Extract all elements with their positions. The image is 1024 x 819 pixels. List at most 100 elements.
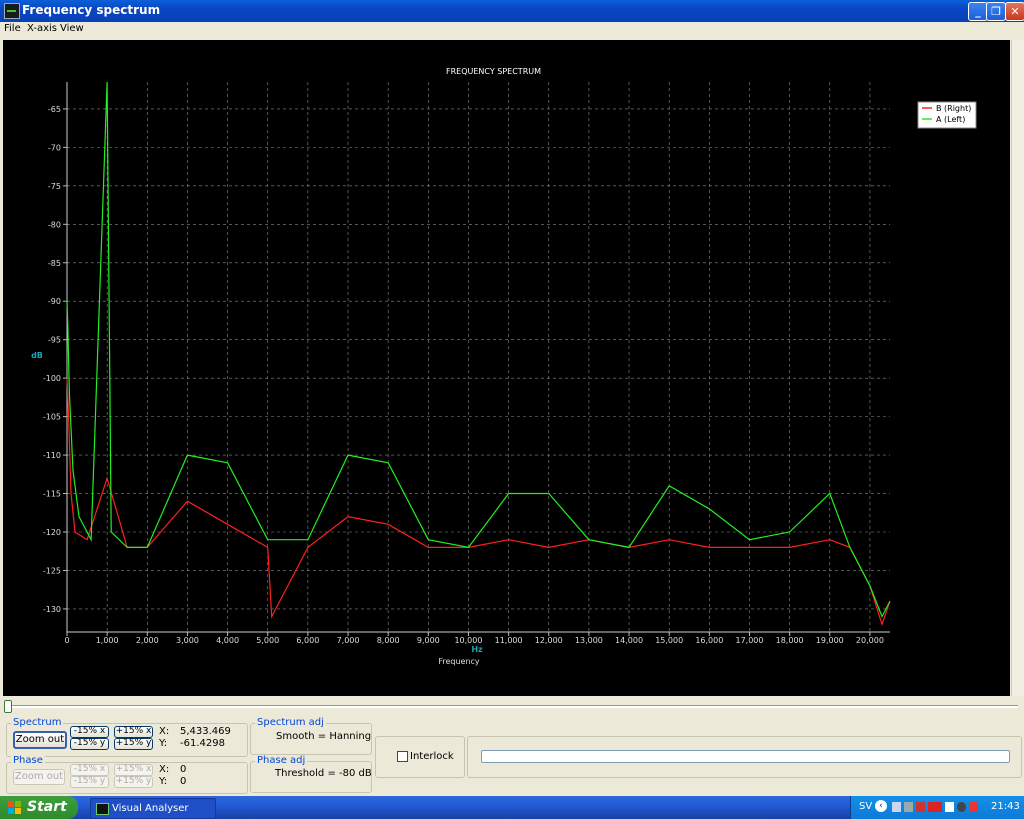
clock: 21:43 xyxy=(991,801,1020,812)
taskbar-item-visual-analyser[interactable]: Visual Analyser xyxy=(90,798,216,819)
y-tick-label: -75 xyxy=(48,182,61,191)
interlock-label[interactable]: Interlock xyxy=(410,751,454,762)
y-tick-label: -80 xyxy=(48,220,61,229)
ati-icon[interactable] xyxy=(928,802,942,812)
close-button[interactable]: ✕ xyxy=(1005,2,1024,21)
taskbar: Start Visual Analyser SV ‹ 21:43 xyxy=(0,796,1024,819)
y-tick-label: -110 xyxy=(43,451,61,460)
x-tick-label: 2,000 xyxy=(136,636,159,645)
x-tick-label: 20,000 xyxy=(856,636,884,645)
x-tick-label: 1,000 xyxy=(96,636,119,645)
y-tick-label: -95 xyxy=(48,336,61,345)
phase-y-label: Y: xyxy=(159,776,168,787)
smooth-setting[interactable]: Smooth = Hanning xyxy=(276,731,371,742)
display-icon[interactable] xyxy=(904,802,913,812)
y-tick-label: -125 xyxy=(43,566,61,575)
spectrum-y-label: Y: xyxy=(159,738,168,749)
phase-x-value: 0 xyxy=(180,764,187,775)
menu-view[interactable]: View xyxy=(60,23,84,34)
y-tick-label: -105 xyxy=(43,413,61,422)
x-tick-label: 12,000 xyxy=(535,636,563,645)
y-tick-label: -90 xyxy=(48,297,61,306)
spectrum-x-label: X: xyxy=(159,726,170,737)
x-tick-label: 13,000 xyxy=(575,636,603,645)
phase-minus-y-button[interactable]: -15% y xyxy=(70,776,109,788)
x-tick-label: 6,000 xyxy=(296,636,319,645)
phase-plus-y-button[interactable]: +15% y xyxy=(114,776,153,788)
x-tick-label: 16,000 xyxy=(695,636,723,645)
legend-label: B (Right) xyxy=(936,104,971,113)
x-tick-label: 15,000 xyxy=(655,636,683,645)
menu-x-axis[interactable]: X-axis xyxy=(27,23,57,34)
alert-icon[interactable] xyxy=(916,802,925,812)
app-icon[interactable] xyxy=(4,3,20,19)
y-tick-label: -115 xyxy=(43,490,61,499)
x-tick-label: 5,000 xyxy=(256,636,279,645)
antivirus-icon[interactable] xyxy=(969,802,978,812)
vertical-scrollbar[interactable] xyxy=(1011,40,1024,696)
network-icon[interactable] xyxy=(892,802,901,812)
position-slider[interactable] xyxy=(0,698,1024,714)
spectrum-plot[interactable]: 0 1,000 2,000 3,000 4,000 5,000 6,000 7,000 8,00… xyxy=(3,40,1010,696)
title-bar: Frequency spectrum _ ❐ ✕ xyxy=(0,0,1024,22)
series-line-a-left xyxy=(66,81,891,619)
x-axis-unit: Hz xyxy=(471,645,483,654)
spectrum-y-value: -61.4298 xyxy=(180,738,225,749)
phase-plus-x-button[interactable]: +15% x xyxy=(114,764,153,776)
show-hidden-icons-icon[interactable]: ‹ xyxy=(875,800,887,812)
threshold-setting[interactable]: Threshold = -80 dB xyxy=(275,768,372,779)
speaker-icon[interactable] xyxy=(957,802,966,812)
taskbar-item-label: Visual Analyser xyxy=(112,803,189,814)
x-tick-label: 10,000 xyxy=(454,636,482,645)
y-tick-label: -70 xyxy=(48,143,61,152)
x-tick-label: 0 xyxy=(64,636,69,645)
y-tick-label: -85 xyxy=(48,259,61,268)
x-tick-label: 11,000 xyxy=(495,636,523,645)
legend-label: A (Left) xyxy=(936,115,965,124)
spectrum-adj-label: Spectrum adj xyxy=(255,717,326,728)
y-tick-label: -120 xyxy=(43,528,61,537)
language-indicator[interactable]: SV xyxy=(859,801,872,812)
y-tick-label: -130 xyxy=(43,605,61,614)
tray-app-icon[interactable] xyxy=(945,802,954,812)
series-line-b-right xyxy=(66,378,891,627)
phase-group-label: Phase xyxy=(11,755,45,766)
x-tick-label: 19,000 xyxy=(816,636,844,645)
phase-adj-label: Phase adj xyxy=(255,755,308,766)
phase-y-value: 0 xyxy=(180,776,187,787)
spectrum-minus-x-button[interactable]: -15% x xyxy=(70,726,109,738)
y-axis-label: dB xyxy=(31,351,43,360)
minimize-button[interactable]: _ xyxy=(968,2,988,21)
progress-bar xyxy=(481,750,1010,763)
visual-analyser-icon xyxy=(96,803,109,815)
spectrum-plus-x-button[interactable]: +15% x xyxy=(114,726,153,738)
restore-button[interactable]: ❐ xyxy=(986,2,1006,21)
window-title: Frequency spectrum xyxy=(22,3,161,17)
phase-minus-x-button[interactable]: -15% x xyxy=(70,764,109,776)
slider-track xyxy=(6,705,1018,708)
x-tick-label: 4,000 xyxy=(216,636,239,645)
chart-title: FREQUENCY SPECTRUM xyxy=(446,67,541,76)
x-tick-label: 3,000 xyxy=(176,636,199,645)
interlock-checkbox[interactable] xyxy=(397,751,408,762)
windows-flag-icon xyxy=(8,801,22,814)
x-tick-label: 17,000 xyxy=(735,636,763,645)
menu-bar: File X-axis View xyxy=(0,22,1024,38)
x-axis-label: Frequency xyxy=(438,657,480,666)
x-tick-label: 9,000 xyxy=(417,636,440,645)
spectrum-x-value: 5,433.469 xyxy=(180,726,231,737)
spectrum-chart: 0 1,000 2,000 3,000 4,000 5,000 6,000 7,000 8,00… xyxy=(31,67,977,666)
x-tick-label: 18,000 xyxy=(776,636,804,645)
phase-x-label: X: xyxy=(159,764,170,775)
start-button[interactable]: Start xyxy=(0,796,78,819)
spectrum-minus-y-button[interactable]: -15% y xyxy=(70,738,109,750)
start-label: Start xyxy=(27,799,67,815)
spectrum-zoom-out-button[interactable]: Zoom out xyxy=(13,731,67,749)
menu-file[interactable]: File xyxy=(4,23,21,34)
y-tick-label: -65 xyxy=(48,105,61,114)
spectrum-group-label: Spectrum xyxy=(11,717,64,728)
phase-zoom-out-button[interactable]: Zoom out xyxy=(13,769,65,785)
slider-thumb[interactable] xyxy=(4,700,12,713)
spectrum-plus-y-button[interactable]: +15% y xyxy=(114,738,153,750)
x-tick-label: 8,000 xyxy=(377,636,400,645)
